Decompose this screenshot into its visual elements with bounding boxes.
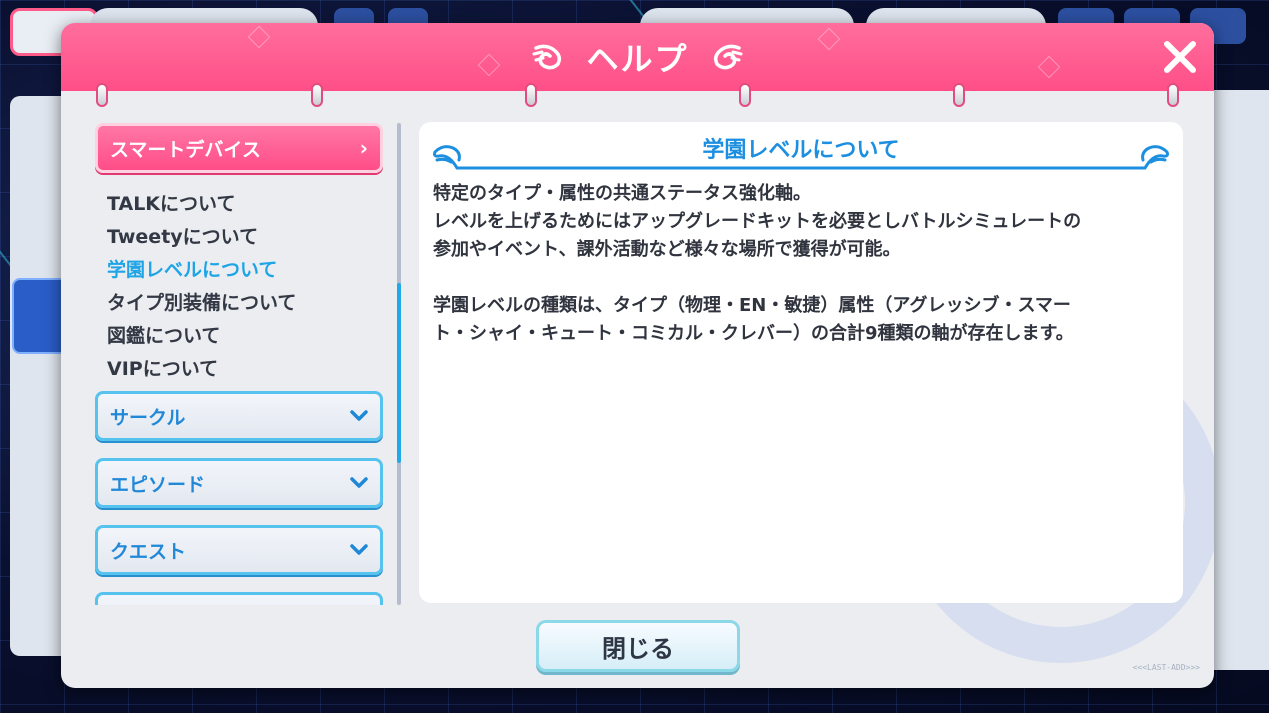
help-modal: ヘルプ スマートデバイス › TALKについて Tweetyについて 学園レベル… [61,23,1214,688]
binder-ring [525,83,537,107]
binder-ring [953,83,965,107]
binder-ring [311,83,323,107]
content-paragraph: 学園レベルの種類は、タイプ（物理・EN・敏捷）属性（アグレッシブ・スマー ト・シ… [433,295,1074,344]
category-label: エピソード [110,473,206,496]
close-icon [1164,41,1196,73]
content-title-row: 学園レベルについて [431,130,1171,174]
modal-title: ヘルプ [586,40,689,78]
category-smart-device[interactable]: スマートデバイス › [95,123,383,173]
content-body: 特定のタイプ・属性の共通ステータス強化軸。 レベルを上げるためにはアップグレード… [433,180,1169,348]
nav-item-encyclopedia[interactable]: 図鑑について [107,321,220,348]
modal-title-row: ヘルプ [61,23,1214,91]
binder-ring [739,83,751,107]
category-label: クエスト [110,540,187,563]
chevron-down-icon [350,410,368,421]
nav-scrollbar[interactable] [397,123,401,605]
nav-item-school-level[interactable]: 学園レベルについて [107,255,277,282]
nav-item-vip[interactable]: VIPについて [107,354,218,381]
category-label: サークル [110,406,186,429]
chevron-down-icon [350,544,368,555]
content-title: 学園レベルについて [702,138,900,163]
background-side-panel [1210,90,1269,670]
modal-header: ヘルプ [61,23,1214,91]
binder-ring [1167,83,1179,107]
close-button[interactable] [1158,35,1202,79]
nav-item-type-equipment[interactable]: タイプ別装備について [107,288,296,315]
binder-rings [61,83,1214,113]
category-label: スマートデバイス [110,138,261,161]
help-content-panel: 学園レベルについて 特定のタイプ・属性の共通ステータス強化軸。 レベルを上げるた… [419,122,1183,603]
background-tab [12,278,68,354]
category-quest[interactable]: クエスト [95,525,383,575]
close-modal-button[interactable]: 閉じる [536,620,740,672]
nav-scrollbar-thumb[interactable] [397,283,401,463]
wing-right-icon [713,44,742,70]
nav-item-tweety[interactable]: Tweetyについて [107,222,258,249]
help-nav: スマートデバイス › TALKについて Tweetyについて 学園レベルについて… [95,123,387,605]
wing-left-icon [532,44,562,70]
chevron-right-icon: › [359,136,368,160]
binder-ring [96,83,108,107]
watermark-text: <<<LAST-ADD>>> [1132,663,1200,672]
chevron-down-icon [350,477,368,488]
category-circle[interactable]: サークル [95,391,383,441]
category-episode[interactable]: エピソード [95,458,383,508]
content-paragraph: 特定のタイプ・属性の共通ステータス強化軸。 レベルを上げるためにはアップグレード… [433,183,1082,260]
category-partial[interactable] [95,592,383,605]
nav-item-talk[interactable]: TALKについて [107,189,235,216]
